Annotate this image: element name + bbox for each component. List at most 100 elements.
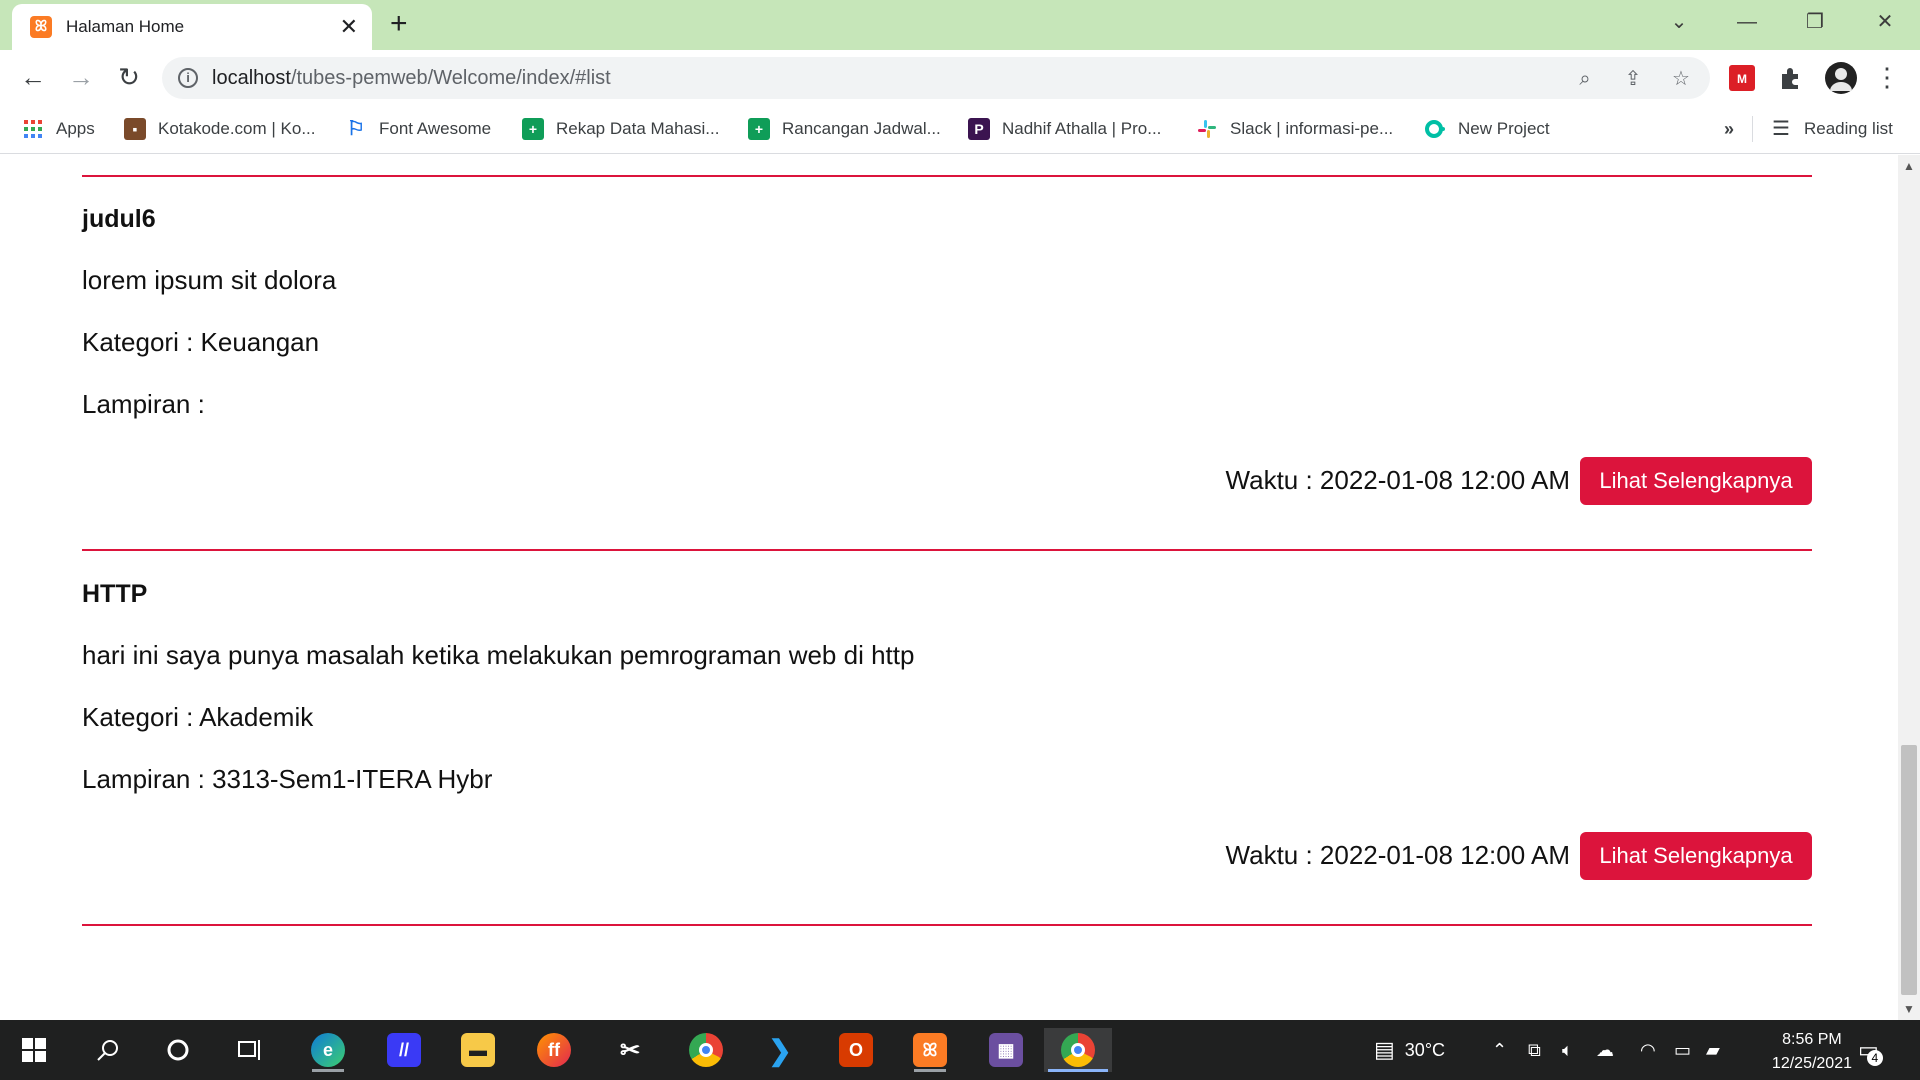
close-window-button[interactable]: ✕ <box>1862 7 1908 37</box>
photo-app-icon[interactable]: // <box>382 1028 426 1072</box>
bookmark-label: Nadhif Athalla | Pro... <box>1002 119 1162 138</box>
xampp-favicon-icon: ꕤ <box>30 16 52 38</box>
meet-now-icon[interactable]: ⧉ <box>1528 1020 1541 1080</box>
bookmark-label: Kotakode.com | Ko... <box>158 119 316 138</box>
volume-icon[interactable]: 🔈︎ <box>1562 1020 1573 1080</box>
browser-menu-icon[interactable]: ⋮ <box>1870 60 1904 94</box>
tab-title: Halaman Home <box>66 17 185 36</box>
apps-grid-icon <box>24 120 42 138</box>
bookmark-kotakode[interactable]: ▪ Kotakode.com | Ko... <box>124 114 316 144</box>
kotakode-icon: ▪ <box>124 118 146 140</box>
display-icon[interactable]: ▭ <box>1674 1020 1691 1080</box>
file-explorer-icon[interactable]: ▬ <box>456 1028 500 1072</box>
bookmark-label: Rancangan Jadwal... <box>782 119 941 138</box>
forward-button[interactable]: → <box>64 60 98 94</box>
profile-avatar[interactable] <box>1824 61 1858 95</box>
flag-icon: ⚐ <box>347 118 365 140</box>
weather-icon: ▤ <box>1374 1037 1395 1062</box>
post-category: Kategori : Keuangan <box>82 327 320 357</box>
tab-strip: ꕤ Halaman Home ✕ + ⌄ — ❐ ✕ <box>0 0 1920 50</box>
firefox-app-icon[interactable]: ff <box>532 1028 576 1072</box>
extensions-puzzle-icon[interactable] <box>1776 64 1804 92</box>
bookmark-new-project[interactable]: New Project <box>1424 114 1550 144</box>
minimize-button[interactable]: — <box>1724 7 1770 37</box>
zoom-icon[interactable]: ⌕ <box>1572 66 1598 92</box>
bookmark-slack[interactable]: Slack | informasi-pe... <box>1196 114 1393 144</box>
bookmark-star-icon[interactable]: ☆ <box>1668 66 1694 92</box>
snipping-tool-icon[interactable]: ✂ <box>608 1028 652 1072</box>
new-tab-button[interactable]: + <box>390 9 408 39</box>
post-body: lorem ipsum sit dolora <box>82 265 337 295</box>
reading-list-button[interactable]: ☰ Reading list <box>1770 114 1893 144</box>
browser-toolbar: ← → ↻ i localhost/tubes-pemweb/Welcome/i… <box>0 50 1920 104</box>
office-app-icon[interactable]: O <box>834 1028 878 1072</box>
post-title: judul6 <box>82 205 156 233</box>
windows-start-icon[interactable] <box>22 1038 46 1062</box>
restore-button[interactable]: ❐ <box>1792 7 1838 37</box>
scrollbar-thumb[interactable] <box>1901 745 1917 995</box>
post-time: Waktu : 2022-01-08 12:00 AM <box>1225 840 1570 870</box>
tab-search-icon[interactable]: ⌄ <box>1656 7 1702 37</box>
wifi-icon[interactable]: ◠ <box>1640 1020 1656 1080</box>
bookmark-rekap-data[interactable]: + Rekap Data Mahasi... <box>522 114 719 144</box>
post-divider <box>82 924 1812 926</box>
scroll-down-icon[interactable]: ▼ <box>1898 1002 1920 1016</box>
bookmarks-bar: Apps ▪ Kotakode.com | Ko... ⚐ Font Aweso… <box>0 104 1920 154</box>
post-divider <box>82 549 1812 551</box>
post-card: judul6 lorem ipsum sit dolora Kategori :… <box>82 205 1812 505</box>
search-icon[interactable] <box>96 1038 120 1062</box>
slack-icon <box>1198 120 1216 138</box>
browser-tab[interactable]: ꕤ Halaman Home ✕ <box>12 4 372 50</box>
post-attachment: Lampiran : <box>82 389 205 419</box>
back-button[interactable]: ← <box>16 60 50 94</box>
mendeley-extension-icon[interactable]: M <box>1728 64 1756 92</box>
onedrive-icon[interactable]: ☁ <box>1596 1020 1614 1080</box>
chrome-app-icon[interactable] <box>684 1028 728 1072</box>
bookmark-label: Apps <box>56 119 95 138</box>
bookmarks-divider <box>1752 116 1753 142</box>
active-indicator <box>1048 1069 1108 1072</box>
weather-temp: 30°C <box>1404 1039 1446 1060</box>
p-icon: P <box>968 118 990 140</box>
sheets-icon: + <box>748 118 770 140</box>
notification-center-button[interactable]: ▭ 4 <box>1858 1020 1895 1080</box>
weather-widget[interactable]: ▤ 30°C <box>1374 1020 1445 1080</box>
more-bookmarks-button[interactable]: » <box>1724 114 1734 144</box>
system-clock[interactable]: 8:56 PM 12/25/2021 <box>1772 1028 1852 1076</box>
edge-app-icon[interactable]: e <box>306 1028 350 1072</box>
post-attachment: Lampiran : 3313-Sem1-ITERA Hybr <box>82 764 493 794</box>
site-info-icon[interactable]: i <box>178 68 198 88</box>
bookmark-rancangan-jadwal[interactable]: + Rancangan Jadwal... <box>748 114 941 144</box>
view-more-button[interactable]: Lihat Selengkapnya <box>1580 832 1812 880</box>
view-more-button[interactable]: Lihat Selengkapnya <box>1580 457 1812 505</box>
cortana-icon[interactable] <box>166 1038 190 1062</box>
url-text[interactable]: localhost/tubes-pemweb/Welcome/index/#li… <box>212 67 611 90</box>
post-divider <box>82 175 1812 177</box>
reading-list-icon: ☰ <box>1772 118 1790 140</box>
task-view-icon[interactable] <box>238 1038 264 1062</box>
post-time: Waktu : 2022-01-08 12:00 AM <box>1225 465 1570 495</box>
winrar-app-icon[interactable]: ▦ <box>984 1028 1028 1072</box>
bookmark-nadhif-athalla[interactable]: P Nadhif Athalla | Pro... <box>968 114 1161 144</box>
page-content: judul6 lorem ipsum sit dolora Kategori :… <box>0 155 1898 1020</box>
xampp-app-icon[interactable]: ꕤ <box>908 1028 952 1072</box>
close-tab-icon[interactable]: ✕ <box>340 13 358 41</box>
windows-taskbar: e // ▬ ff ✂ ❯ O ꕤ ▦ ▤ 30°C ⌃ ⧉ 🔈︎ ☁ ◠ ▭ … <box>0 1020 1920 1080</box>
bookmark-apps[interactable]: Apps <box>22 114 95 144</box>
vscode-app-icon[interactable]: ❯ <box>758 1028 802 1072</box>
scroll-up-icon[interactable]: ▲ <box>1898 159 1920 173</box>
notification-count-badge: 4 <box>1866 1050 1883 1066</box>
show-hidden-icons-icon[interactable]: ⌃ <box>1492 1020 1507 1080</box>
battery-icon[interactable]: ▰ <box>1706 1020 1720 1080</box>
post-category: Kategori : Akademik <box>82 702 314 732</box>
svg-text:M: M <box>1737 72 1747 86</box>
bookmark-font-awesome[interactable]: ⚐ Font Awesome <box>345 114 491 144</box>
address-bar[interactable]: i localhost/tubes-pemweb/Welcome/index/#… <box>162 57 1710 99</box>
reload-button[interactable]: ↻ <box>112 60 146 94</box>
project-icon <box>1425 120 1445 138</box>
chrome-active-window[interactable] <box>1044 1028 1112 1072</box>
page-scrollbar[interactable]: ▲ ▼ <box>1898 155 1920 1020</box>
running-indicator <box>914 1069 946 1072</box>
post-title: HTTP <box>82 580 148 608</box>
share-icon[interactable]: ⇪ <box>1620 66 1646 92</box>
